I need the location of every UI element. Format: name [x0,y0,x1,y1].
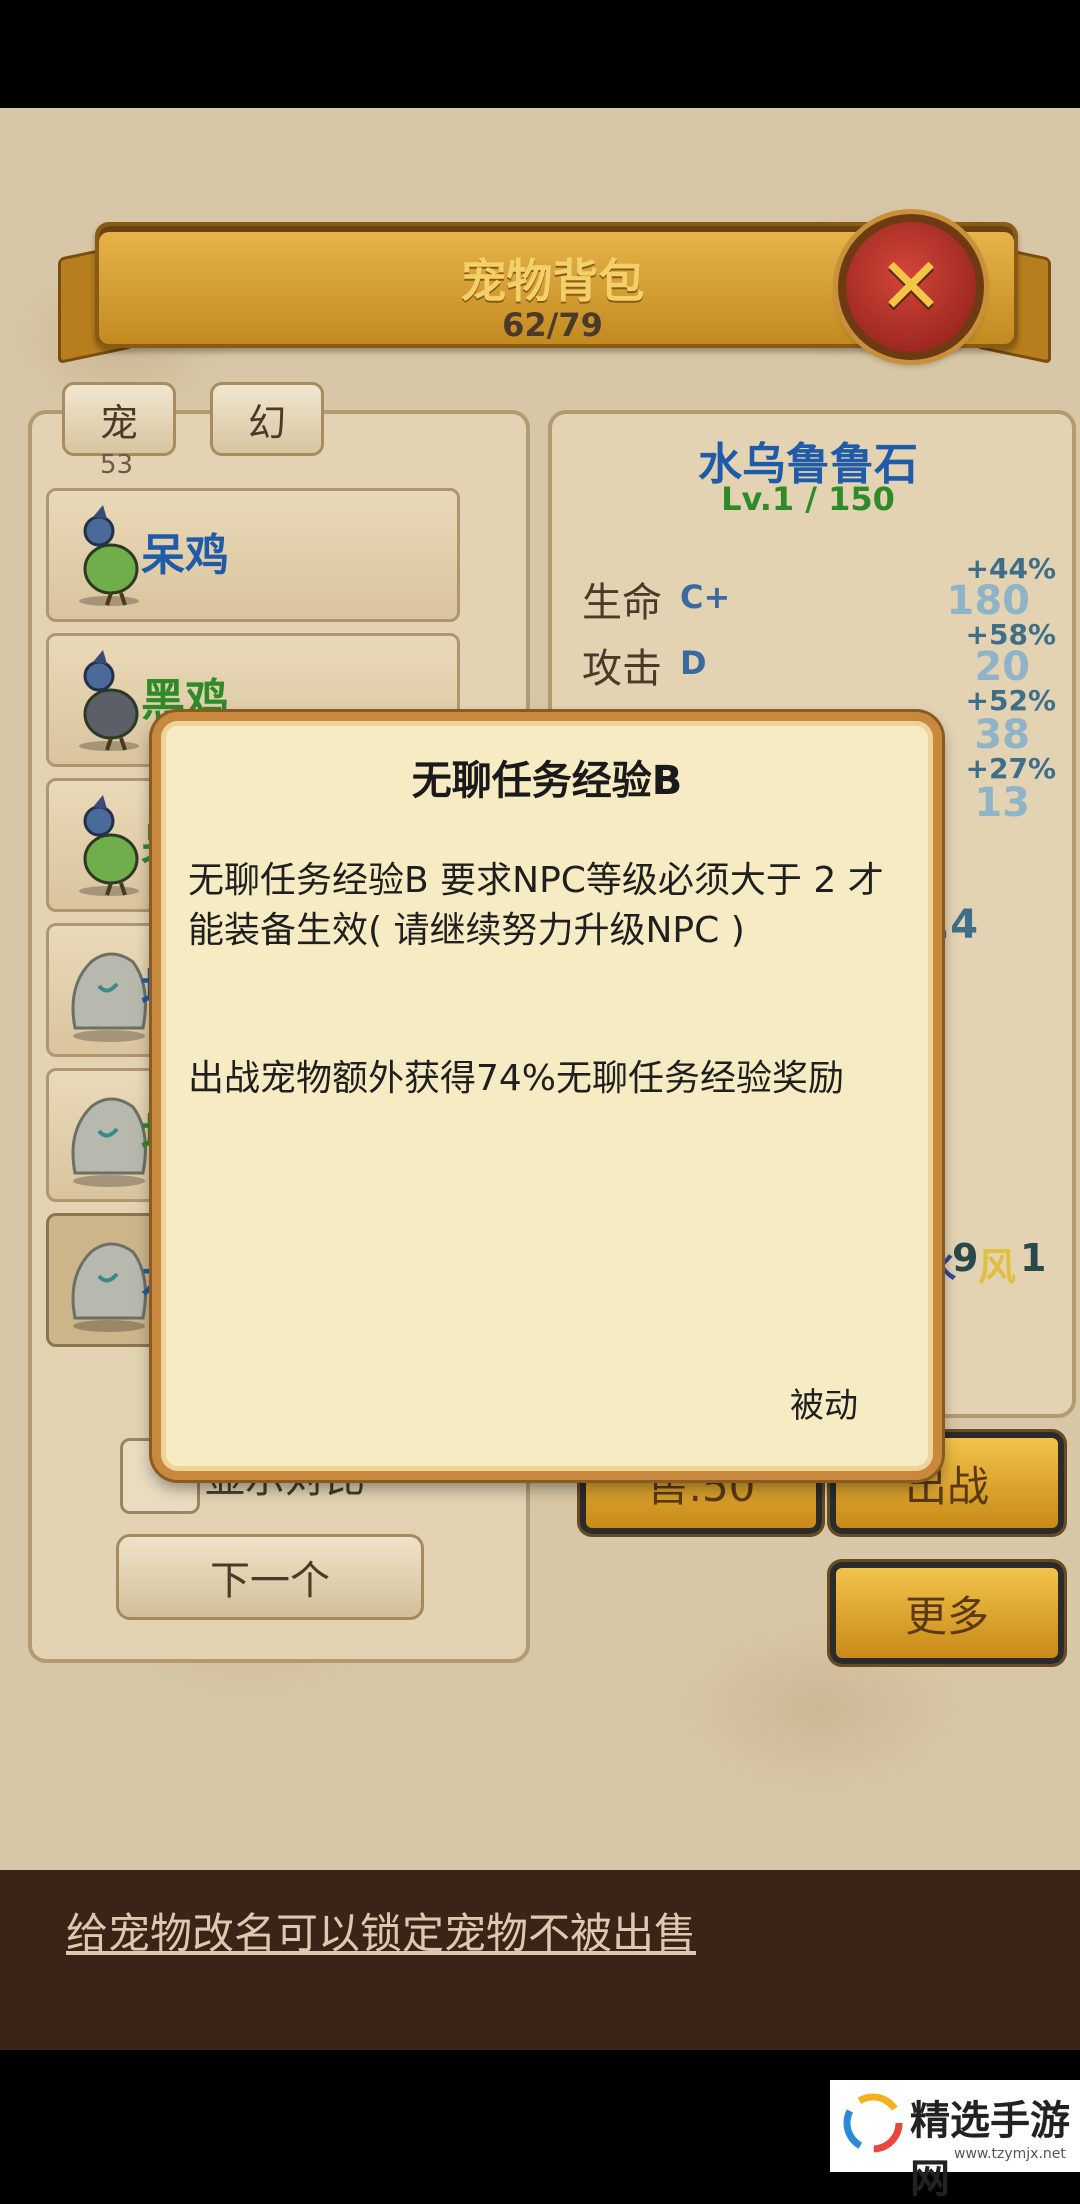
stat-atk-label: 攻击 [582,646,662,692]
element-wind-label: 风 [978,1245,1017,1289]
tab-illusion[interactable]: 幻 [210,382,324,456]
close-button[interactable]: ✕ [838,214,984,360]
watermark-logo-icon [843,2093,903,2153]
dialog-description: 无聊任务经验B 要求NPC等级必须大于 2 才能装备生效( 请继续努力升级NPC… [188,860,884,951]
dialog-effect: 出战宠物额外获得74%无聊任务经验奖励 [188,1058,845,1099]
element-water-value: 9 [952,1236,979,1280]
top-black-bar [0,0,1080,108]
pet-count: 53 [100,450,134,480]
pet-list-item[interactable]: 呆鸡 [46,488,460,622]
stat-hp-grade: C+ [680,578,731,616]
watermark-url: www.tzymjx.net [954,2146,1066,2162]
pet-detail-level: Lv.1 / 150 [721,480,895,518]
next-button[interactable]: 下一个 [116,1534,424,1620]
dialog-skill-type: 被动 [790,1386,858,1426]
stat-atk-grade: D [680,644,707,682]
stat-hp-label: 生命 [582,580,662,626]
element-wind-value: 1 [1020,1236,1047,1280]
tip-link[interactable]: 给宠物改名可以锁定宠物不被出售 [66,1900,696,1961]
pet-name: 呆鸡 [141,530,229,581]
more-button[interactable]: 更多 [830,1562,1064,1664]
close-icon: ✕ [878,242,944,332]
tab-pet[interactable]: 宠 [62,382,176,456]
dialog-title: 无聊任务经验B [411,758,683,804]
